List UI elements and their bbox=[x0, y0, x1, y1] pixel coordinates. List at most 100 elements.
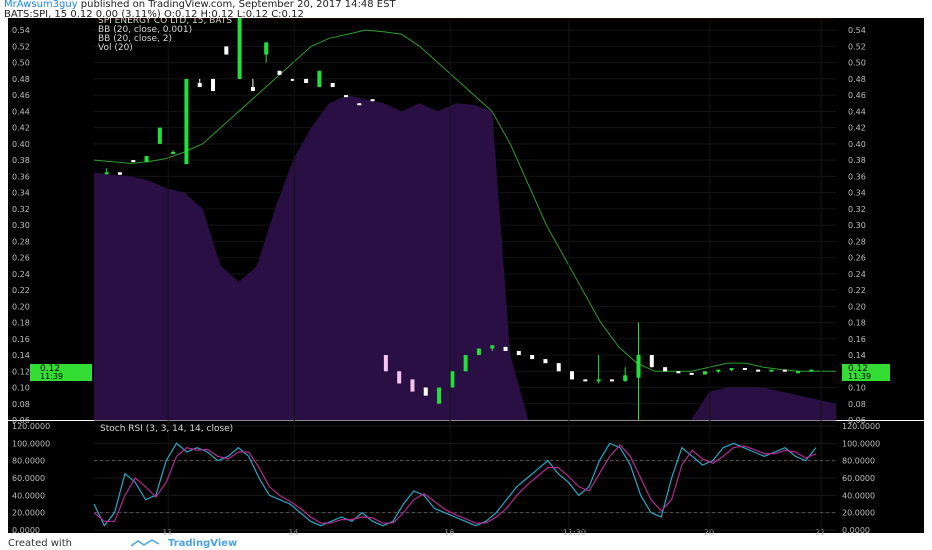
y-tick-label-right: 0.46 bbox=[848, 91, 866, 100]
y-tick-label-left: 0.34 bbox=[12, 189, 30, 198]
candle-body bbox=[516, 350, 521, 356]
candle-body bbox=[184, 78, 189, 165]
y-tick-label-left: 0.10 bbox=[12, 384, 30, 393]
y-tick-label-left: 0.14 bbox=[12, 351, 30, 360]
candle-body bbox=[117, 172, 122, 175]
x-tick-label: 14 bbox=[288, 528, 298, 537]
y-tick-label-left: 0.40 bbox=[12, 140, 30, 149]
y-tick-label-left: 0.44 bbox=[12, 107, 30, 116]
stoch-tick-right: 120.0000 bbox=[842, 422, 880, 431]
candle-body bbox=[330, 82, 335, 88]
candle-body bbox=[782, 369, 787, 372]
y-tick-label-right: 0.24 bbox=[848, 270, 866, 279]
candle-body bbox=[157, 127, 162, 144]
chart-header: MrAwsum3guy published on TradingView.com… bbox=[0, 0, 932, 20]
candle-body bbox=[636, 355, 641, 378]
candle-body bbox=[304, 78, 309, 83]
chart-svg[interactable]: 0.060.060.080.080.100.100.120.120.140.14… bbox=[0, 16, 932, 538]
y-tick-label-left: 0.28 bbox=[12, 237, 30, 246]
y-tick-label-right: 0.18 bbox=[848, 319, 866, 328]
candle-body bbox=[197, 82, 202, 88]
candle-body bbox=[343, 95, 348, 98]
candle-body bbox=[570, 371, 575, 380]
candle-body bbox=[556, 363, 561, 372]
candle-body bbox=[729, 368, 734, 371]
y-tick-label-right: 0.34 bbox=[848, 189, 866, 198]
candle-body bbox=[264, 42, 269, 55]
y-tick-label-left: 0.26 bbox=[12, 254, 30, 263]
y-tick-label-left: 0.38 bbox=[12, 156, 30, 165]
candle-body bbox=[490, 345, 495, 349]
candle-body bbox=[423, 387, 428, 396]
stoch-tick-right: 80.0000 bbox=[842, 457, 875, 466]
y-tick-label-left: 0.30 bbox=[12, 221, 30, 230]
y-tick-label-left: 0.48 bbox=[12, 75, 30, 84]
y-tick-label-left: 0.50 bbox=[12, 59, 30, 68]
stoch-tick-left: 20.0000 bbox=[12, 509, 45, 518]
stoch-tick-left: 40.0000 bbox=[12, 491, 45, 500]
candle-body bbox=[357, 103, 362, 106]
candle-body bbox=[530, 355, 535, 360]
y-tick-label-right: 0.48 bbox=[848, 75, 866, 84]
y-tick-label-right: 0.22 bbox=[848, 286, 866, 295]
y-tick-label-left: 0.52 bbox=[12, 42, 30, 51]
y-tick-label-left: 0.16 bbox=[12, 335, 30, 344]
stoch-title: Stoch RSI (3, 3, 14, 14, close) bbox=[100, 424, 233, 434]
y-tick-label-right: 0.08 bbox=[848, 400, 866, 409]
candle-body bbox=[463, 355, 468, 372]
tradingview-brand[interactable]: TradingView bbox=[168, 538, 237, 549]
candle-body bbox=[809, 369, 814, 372]
y-tick-label-left: 0.18 bbox=[12, 319, 30, 328]
stoch-tick-left: 0.0000 bbox=[12, 526, 40, 535]
y-tick-label-right: 0.36 bbox=[848, 172, 866, 181]
tradingview-logo-icon bbox=[130, 539, 160, 547]
candle-body bbox=[596, 379, 601, 382]
candle-body bbox=[104, 172, 109, 175]
y-tick-label-right: 0.52 bbox=[848, 42, 866, 51]
price-tag-left-time: 11:39 bbox=[40, 372, 63, 381]
legend-vol: Vol (20) bbox=[98, 43, 133, 53]
y-tick-label-right: 0.38 bbox=[848, 156, 866, 165]
price-tag-right-time: 11:39 bbox=[848, 372, 871, 381]
candle-body bbox=[131, 160, 136, 163]
candle-body bbox=[609, 379, 614, 382]
y-tick-label-left: 0.46 bbox=[12, 91, 30, 100]
y-tick-label-right: 0.28 bbox=[848, 237, 866, 246]
stoch-tick-left: 120.0000 bbox=[12, 422, 50, 431]
candle-body bbox=[383, 355, 388, 372]
y-tick-label-right: 0.40 bbox=[848, 140, 866, 149]
candle-body bbox=[317, 70, 322, 88]
x-tick-label: 20 bbox=[704, 528, 714, 537]
candle-body bbox=[250, 87, 255, 92]
candle-body bbox=[397, 371, 402, 384]
y-tick-label-left: 0.24 bbox=[12, 270, 30, 279]
candle-body bbox=[237, 18, 242, 79]
candle-body bbox=[689, 372, 694, 375]
stoch-tick-right: 20.0000 bbox=[842, 509, 875, 518]
candle-body bbox=[769, 369, 774, 372]
candle-body bbox=[676, 371, 681, 374]
y-tick-label-right: 0.42 bbox=[848, 124, 866, 133]
created-with-text: Created with bbox=[8, 538, 72, 549]
candle-body bbox=[702, 371, 707, 375]
candle-body bbox=[796, 371, 801, 374]
x-tick-label: 11 bbox=[162, 528, 172, 537]
candle-body bbox=[663, 367, 668, 372]
candle-body bbox=[171, 152, 176, 154]
candle-body bbox=[623, 375, 628, 382]
candle-body bbox=[649, 355, 654, 368]
stoch-tick-left: 60.0000 bbox=[12, 474, 45, 483]
candle-body bbox=[476, 348, 481, 356]
y-tick-label-right: 0.32 bbox=[848, 205, 866, 214]
x-tick-label: 11:30 bbox=[563, 528, 586, 537]
y-tick-label-right: 0.14 bbox=[848, 351, 866, 360]
candle-body bbox=[224, 46, 229, 55]
stoch-tick-right: 0.0000 bbox=[842, 526, 870, 535]
candle-body bbox=[277, 70, 282, 75]
y-tick-label-left: 0.08 bbox=[12, 400, 30, 409]
candle-body bbox=[742, 368, 747, 371]
y-tick-label-right: 0.44 bbox=[848, 107, 866, 116]
y-tick-label-left: 0.22 bbox=[12, 286, 30, 295]
y-tick-label-right: 0.20 bbox=[848, 302, 866, 311]
y-tick-label-right: 0.30 bbox=[848, 221, 866, 230]
